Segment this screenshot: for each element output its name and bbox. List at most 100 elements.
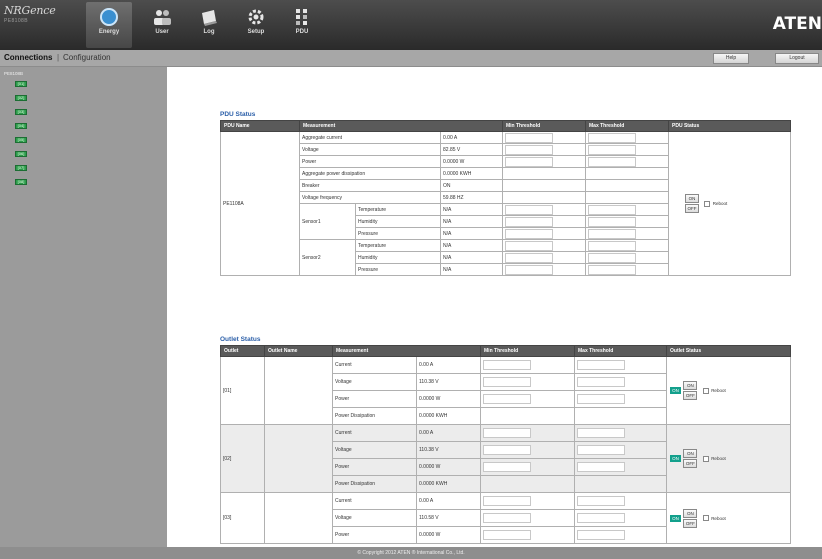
max-threshold-input[interactable] bbox=[577, 428, 626, 438]
tab-user[interactable]: User bbox=[139, 2, 185, 48]
max-threshold-cell bbox=[585, 179, 669, 192]
tree-item-outlet-05[interactable]: [05] bbox=[15, 137, 27, 143]
max-threshold-input[interactable] bbox=[577, 513, 626, 523]
outlet-on-button[interactable]: ON bbox=[683, 508, 698, 518]
tab-setup[interactable]: Setup bbox=[233, 2, 279, 48]
tree-item-outlet-06[interactable]: [06] bbox=[15, 151, 27, 157]
configuration-link[interactable]: Configuration bbox=[63, 53, 111, 62]
min-threshold-input[interactable] bbox=[505, 264, 553, 275]
max-threshold-cell bbox=[585, 143, 669, 156]
sensor-measurement-label: Temperature bbox=[355, 203, 441, 216]
measurement-label: Voltage frequency bbox=[299, 191, 441, 204]
min-threshold-input[interactable] bbox=[505, 144, 553, 155]
outlet-reboot-checkbox[interactable] bbox=[702, 387, 709, 394]
tab-pdu[interactable]: PDU bbox=[279, 2, 325, 48]
tab-energy[interactable]: Energy bbox=[86, 2, 132, 48]
max-threshold-input[interactable] bbox=[577, 445, 626, 455]
outlet-on-button[interactable]: ON bbox=[683, 381, 698, 390]
min-threshold-input[interactable] bbox=[483, 530, 532, 540]
min-threshold-input[interactable] bbox=[505, 240, 553, 251]
min-threshold-input[interactable] bbox=[483, 428, 532, 438]
top-navigation-bar: NRGence PE8108B Energy User Log Setup PD… bbox=[0, 0, 822, 50]
tree-item-outlet-03[interactable]: [03] bbox=[15, 109, 27, 115]
measurement-label: Current bbox=[332, 424, 417, 442]
user-icon bbox=[154, 10, 171, 25]
sensor-measurement-label: Humidity bbox=[355, 215, 441, 228]
measurement-label: Voltage bbox=[332, 509, 417, 527]
outlet-id: [03] bbox=[220, 492, 265, 544]
min-threshold-input[interactable] bbox=[483, 445, 532, 455]
pdu-status-cell: ON OFF Reboot bbox=[668, 131, 791, 276]
logout-button[interactable]: Logout bbox=[775, 53, 819, 64]
measurement-label: Power Dissipation bbox=[332, 407, 417, 425]
tree-root-pdu[interactable]: PE8108B bbox=[4, 71, 23, 76]
outlet-name-cell bbox=[264, 356, 333, 425]
connections-link[interactable]: Connections bbox=[4, 53, 52, 62]
outlet-status-cell: ON ON OFF Reboot bbox=[666, 492, 792, 544]
subbar-separator: | bbox=[57, 53, 60, 62]
tree-item-outlet-01[interactable]: [01] bbox=[15, 81, 27, 87]
max-threshold-input[interactable] bbox=[577, 394, 626, 404]
min-threshold-input[interactable] bbox=[505, 216, 553, 227]
outlet-reboot-checkbox[interactable] bbox=[702, 455, 709, 462]
product-logo: NRGence bbox=[4, 4, 56, 17]
min-threshold-input[interactable] bbox=[505, 156, 553, 167]
max-threshold-input[interactable] bbox=[577, 496, 626, 506]
min-threshold-input[interactable] bbox=[483, 360, 532, 370]
max-threshold-input[interactable] bbox=[588, 228, 636, 239]
measurement-label: Current bbox=[332, 356, 417, 374]
tree-item-outlet-08[interactable]: [08] bbox=[15, 179, 27, 185]
tree-item-outlet-07[interactable]: [07] bbox=[15, 165, 27, 171]
outlet-on-button[interactable]: ON bbox=[683, 449, 698, 458]
max-threshold-cell bbox=[574, 509, 668, 527]
min-threshold-input[interactable] bbox=[483, 394, 532, 404]
measurement-label: Voltage bbox=[332, 441, 417, 459]
max-threshold-input[interactable] bbox=[588, 204, 636, 215]
outlet-name-cell bbox=[264, 424, 333, 493]
table-row: [02] Current 0.00 A ON ON OFF Reboot bbox=[220, 424, 792, 493]
measurement-value: 0.0000 KWH bbox=[440, 167, 503, 180]
outlet-off-button[interactable]: OFF bbox=[683, 459, 698, 468]
max-threshold-cell bbox=[574, 475, 668, 493]
max-threshold-input[interactable] bbox=[588, 264, 636, 275]
max-threshold-input[interactable] bbox=[588, 132, 636, 143]
max-threshold-input[interactable] bbox=[588, 144, 636, 155]
min-threshold-input[interactable] bbox=[505, 252, 553, 263]
max-threshold-input[interactable] bbox=[577, 377, 626, 387]
max-threshold-cell bbox=[585, 131, 669, 144]
min-threshold-input[interactable] bbox=[483, 496, 532, 506]
col-measurement: Measurement bbox=[331, 345, 482, 357]
pdu-on-button[interactable]: ON bbox=[685, 194, 699, 203]
max-threshold-input[interactable] bbox=[577, 530, 626, 540]
pdu-off-button[interactable]: OFF bbox=[685, 204, 699, 213]
tree-item-outlet-04[interactable]: [04] bbox=[15, 123, 27, 129]
outlet-off-button[interactable]: OFF bbox=[683, 518, 698, 528]
pdu-reboot-checkbox[interactable] bbox=[704, 200, 711, 207]
max-threshold-input[interactable] bbox=[577, 462, 626, 472]
max-threshold-input[interactable] bbox=[577, 360, 626, 370]
tree-item-outlet-02[interactable]: [02] bbox=[15, 95, 27, 101]
max-threshold-input[interactable] bbox=[588, 252, 636, 263]
tab-log[interactable]: Log bbox=[186, 2, 232, 48]
tab-log-label: Log bbox=[203, 29, 215, 35]
pdu-icon bbox=[296, 9, 307, 25]
sensor-measurement-label: Temperature bbox=[355, 239, 441, 252]
min-threshold-cell bbox=[502, 263, 586, 276]
outlet-off-button[interactable]: OFF bbox=[683, 391, 698, 400]
min-threshold-input[interactable] bbox=[483, 462, 532, 472]
min-threshold-input[interactable] bbox=[483, 377, 532, 387]
min-threshold-input[interactable] bbox=[505, 132, 553, 143]
min-threshold-input[interactable] bbox=[505, 204, 553, 215]
min-threshold-input[interactable] bbox=[483, 513, 532, 523]
max-threshold-input[interactable] bbox=[588, 240, 636, 251]
sensor-measurement-value: N/A bbox=[440, 215, 503, 228]
tab-energy-label: Energy bbox=[98, 29, 120, 35]
help-button[interactable]: Help bbox=[713, 53, 749, 64]
min-threshold-input[interactable] bbox=[505, 228, 553, 239]
max-threshold-cell bbox=[585, 239, 669, 252]
measurement-value: 0.00 A bbox=[415, 356, 482, 374]
max-threshold-input[interactable] bbox=[588, 156, 636, 167]
max-threshold-input[interactable] bbox=[588, 216, 636, 227]
outlet-reboot-checkbox[interactable] bbox=[702, 515, 709, 521]
measurement-label: Aggregate current bbox=[299, 131, 441, 144]
